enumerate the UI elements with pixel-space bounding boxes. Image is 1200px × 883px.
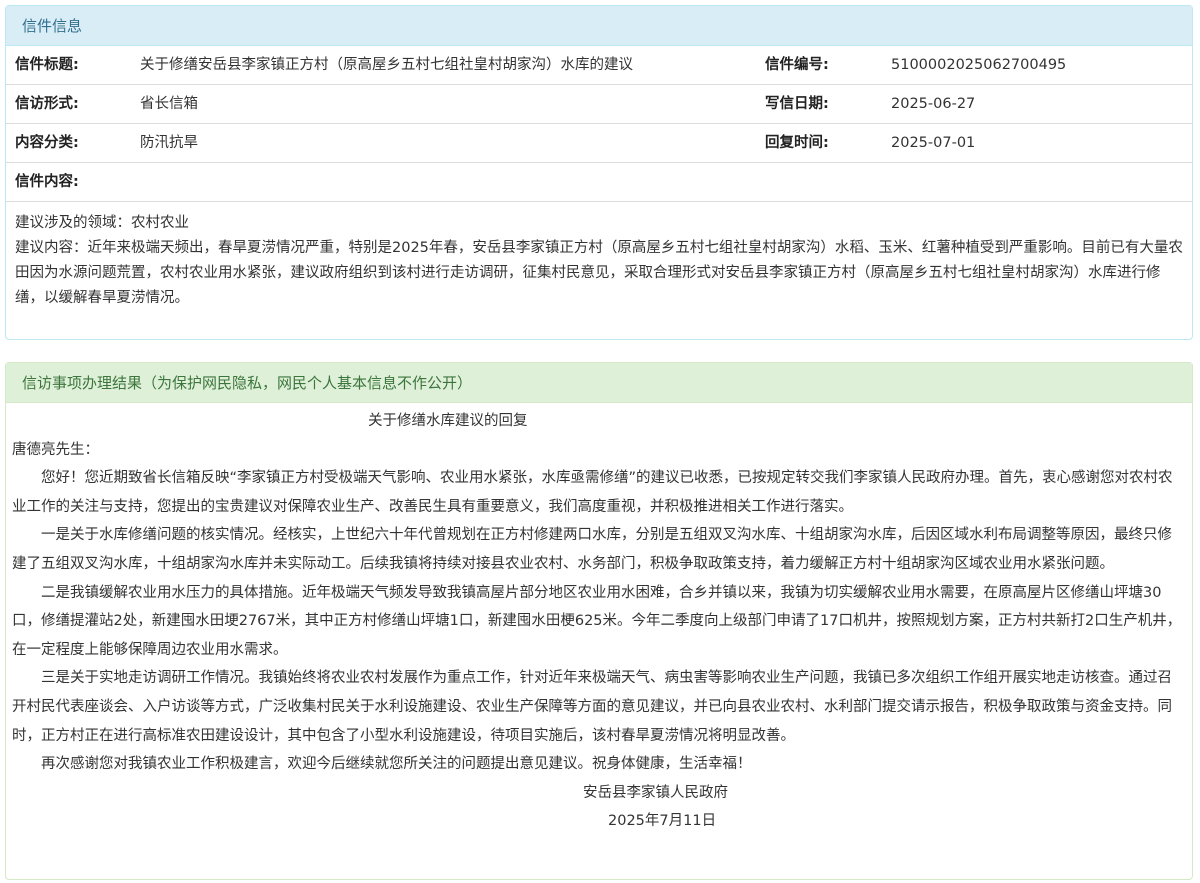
letter-number-value: 5100002025062700495 xyxy=(891,57,1067,73)
content-domain-line: 建议涉及的领域：农村农业 xyxy=(15,215,189,231)
reply-body: 关于修缮水库建议的回复 唐德亮先生： 您好！您近期致省长信箱反映“李家镇正方村受… xyxy=(6,403,1192,836)
info-row-title: 信件标题: 关于修缮安岳县李家镇正方村（原高屋乡五村七组社皇村胡家沟）水库的建议… xyxy=(6,46,1192,85)
info-row-category: 内容分类: 防汛抗旱 回复时间: 2025-07-01 xyxy=(6,124,1192,163)
info-row-content-label: 信件内容: xyxy=(6,163,1192,202)
content-category-label: 内容分类: xyxy=(15,135,79,151)
reply-paragraph: 再次感谢您对我镇农业工作积极建言，欢迎今后继续就您所关注的问题提出意见建议。祝身… xyxy=(41,756,752,773)
reply-title: 关于修缮水库建议的回复 xyxy=(368,413,528,429)
petition-form-value: 省长信箱 xyxy=(140,96,198,112)
letter-content-label: 信件内容: xyxy=(15,174,79,190)
letter-title-value: 关于修缮安岳县李家镇正方村（原高屋乡五村七组社皇村胡家沟）水库的建议 xyxy=(140,57,633,73)
reply-paragraph: 三是关于实地走访调研工作情况。我镇始终将农业农村发展作为重点工作，针对近年来极端… xyxy=(12,670,1172,744)
letter-info-panel: 信件信息 信件标题: 关于修缮安岳县李家镇正方村（原高屋乡五村七组社皇村胡家沟）… xyxy=(5,5,1193,340)
result-heading: 信访事项办理结果（为保护网民隐私，网民个人基本信息不作公开） xyxy=(6,363,1192,403)
reply-paragraph: 您好！您近期致省长信箱反映“李家镇正方村受极端天气影响、农业用水紧张，水库亟需修… xyxy=(12,470,1173,515)
letter-info-heading: 信件信息 xyxy=(6,6,1192,46)
letter-content: 建议涉及的领域：农村农业 建议内容：近年来极端天频出，春旱夏涝情况严重，特别是2… xyxy=(6,202,1192,311)
reply-date: 2025年7月11日 xyxy=(608,813,717,830)
letter-title-label: 信件标题: xyxy=(15,57,79,73)
content-suggestion-text: 建议内容：近年来极端天频出，春旱夏涝情况严重，特别是2025年春，安岳县李家镇正… xyxy=(15,240,1183,306)
info-row-form: 信访形式: 省长信箱 写信日期: 2025-06-27 xyxy=(6,85,1192,124)
letter-number-label: 信件编号: xyxy=(765,57,829,73)
reply-paragraph: 二是我镇缓解农业用水压力的具体措施。近年极端天气频发导致我镇高屋片部分地区农业用… xyxy=(12,584,1182,658)
petition-form-label: 信访形式: xyxy=(15,96,79,112)
reply-salutation: 唐德亮先生： xyxy=(12,441,99,458)
reply-time-label: 回复时间: xyxy=(765,135,829,151)
write-date-value: 2025-06-27 xyxy=(891,96,976,112)
result-panel: 信访事项办理结果（为保护网民隐私，网民个人基本信息不作公开） 关于修缮水库建议的… xyxy=(5,362,1193,880)
content-category-value: 防汛抗旱 xyxy=(140,135,198,151)
write-date-label: 写信日期: xyxy=(765,96,829,112)
reply-signature: 安岳县李家镇人民政府 xyxy=(583,784,728,801)
reply-paragraph: 一是关于水库修缮问题的核实情况。经核实，上世纪六十年代曾规划在正方村修建两口水库… xyxy=(12,527,1172,572)
reply-time-value: 2025-07-01 xyxy=(891,135,976,151)
